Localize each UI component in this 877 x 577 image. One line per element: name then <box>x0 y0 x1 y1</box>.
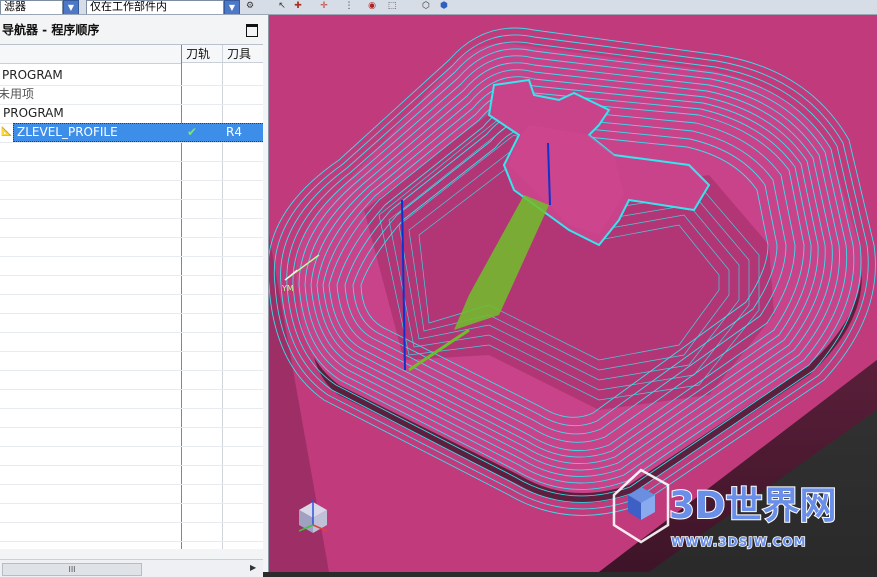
column-header-toolpath[interactable]: 刀轨 <box>182 45 222 63</box>
table-row <box>0 275 263 295</box>
table-row <box>0 370 263 390</box>
operation-navigator-panel: 导航器 - 程序顺序 刀轨 刀具 PROGRAM 未用项 PROGRAM 📐 Z… <box>0 15 269 577</box>
table-row <box>0 256 263 276</box>
horizontal-scrollbar[interactable]: III ▶ <box>0 559 263 577</box>
scope-combo-text: 仅在工作部件内 <box>90 0 167 13</box>
table-row[interactable]: PROGRAM <box>0 104 263 124</box>
select-arrow-icon[interactable]: ↖ <box>276 1 288 12</box>
table-row <box>0 389 263 409</box>
table-row <box>0 484 263 504</box>
table-row <box>0 446 263 466</box>
table-row <box>0 503 263 523</box>
filter-combo-text: 滤器 <box>4 0 26 13</box>
table-row <box>0 180 263 200</box>
filter-combo-dropdown-icon[interactable]: ▼ <box>63 0 79 14</box>
table-row <box>0 199 263 219</box>
shaded-cube-icon[interactable]: ⬢ <box>438 1 450 12</box>
section-icon[interactable]: ◉ <box>366 1 378 12</box>
toolpath-status-check-icon: ✔ <box>187 125 198 139</box>
table-row <box>0 142 263 162</box>
scope-combo-dropdown-icon[interactable]: ▼ <box>224 0 240 14</box>
navigator-grid: 刀轨 刀具 PROGRAM 未用项 PROGRAM 📐 ZLEVEL_PROFI… <box>0 44 263 549</box>
view-filter-icon[interactable]: ⋮ <box>343 1 355 12</box>
table-row <box>0 427 263 447</box>
table-row <box>0 294 263 314</box>
table-row <box>0 332 263 352</box>
column-header-name[interactable] <box>0 45 181 64</box>
selection-highlight: ZLEVEL_PROFILE ✔ R4 <box>13 123 263 142</box>
table-row <box>0 408 263 428</box>
table-row-selected[interactable]: 📐 ZLEVEL_PROFILE ✔ R4 <box>0 123 263 143</box>
row-name: PROGRAM <box>3 106 64 120</box>
filter-combo[interactable]: 滤器 <box>0 0 63 14</box>
filter-settings-icon[interactable]: ⚙ <box>244 1 256 12</box>
row-name: PROGRAM <box>2 68 63 82</box>
row-name: ZLEVEL_PROFILE <box>17 125 118 139</box>
table-row <box>0 522 263 542</box>
wireframe-cube-icon[interactable]: ⬡ <box>420 1 432 12</box>
snap-point-icon[interactable]: ✚ <box>292 1 304 12</box>
table-row <box>0 313 263 333</box>
table-row <box>0 218 263 238</box>
scrollbar-thumb[interactable]: III <box>2 563 142 576</box>
operation-icon: 📐 <box>1 127 13 137</box>
table-row[interactable]: 未用项 <box>0 85 263 105</box>
maximize-icon[interactable] <box>246 24 258 37</box>
table-row <box>0 237 263 257</box>
table-row[interactable]: PROGRAM <box>0 66 263 86</box>
scope-combo[interactable]: 仅在工作部件内 <box>86 0 224 14</box>
axis-label: YM <box>281 284 294 293</box>
point-icon[interactable]: ✛ <box>318 1 330 12</box>
row-name: 未用项 <box>0 87 35 101</box>
scroll-right-arrow-icon[interactable]: ▶ <box>250 563 256 572</box>
top-toolbar: 滤器 ▼ 仅在工作部件内 ▼ ⚙ ↖ ✚ ✛ ⋮ ◉ ⬚ ⬡ ⬢ <box>0 0 877 15</box>
watermark-text: 3D世界网 <box>669 484 836 527</box>
table-row <box>0 465 263 485</box>
box-select-icon[interactable]: ⬚ <box>386 1 398 12</box>
graphics-viewport[interactable]: YM 3D世界网 WWW.3DSJW.COM <box>269 15 877 572</box>
column-header-tool[interactable]: 刀具 <box>223 45 263 63</box>
watermark-url: WWW.3DSJW.COM <box>671 535 806 549</box>
table-row <box>0 161 263 181</box>
table-row <box>0 351 263 371</box>
viewport-canvas[interactable]: YM 3D世界网 WWW.3DSJW.COM <box>269 15 877 572</box>
row-tool: R4 <box>226 125 242 139</box>
navigator-title: 导航器 - 程序顺序 <box>2 23 100 37</box>
